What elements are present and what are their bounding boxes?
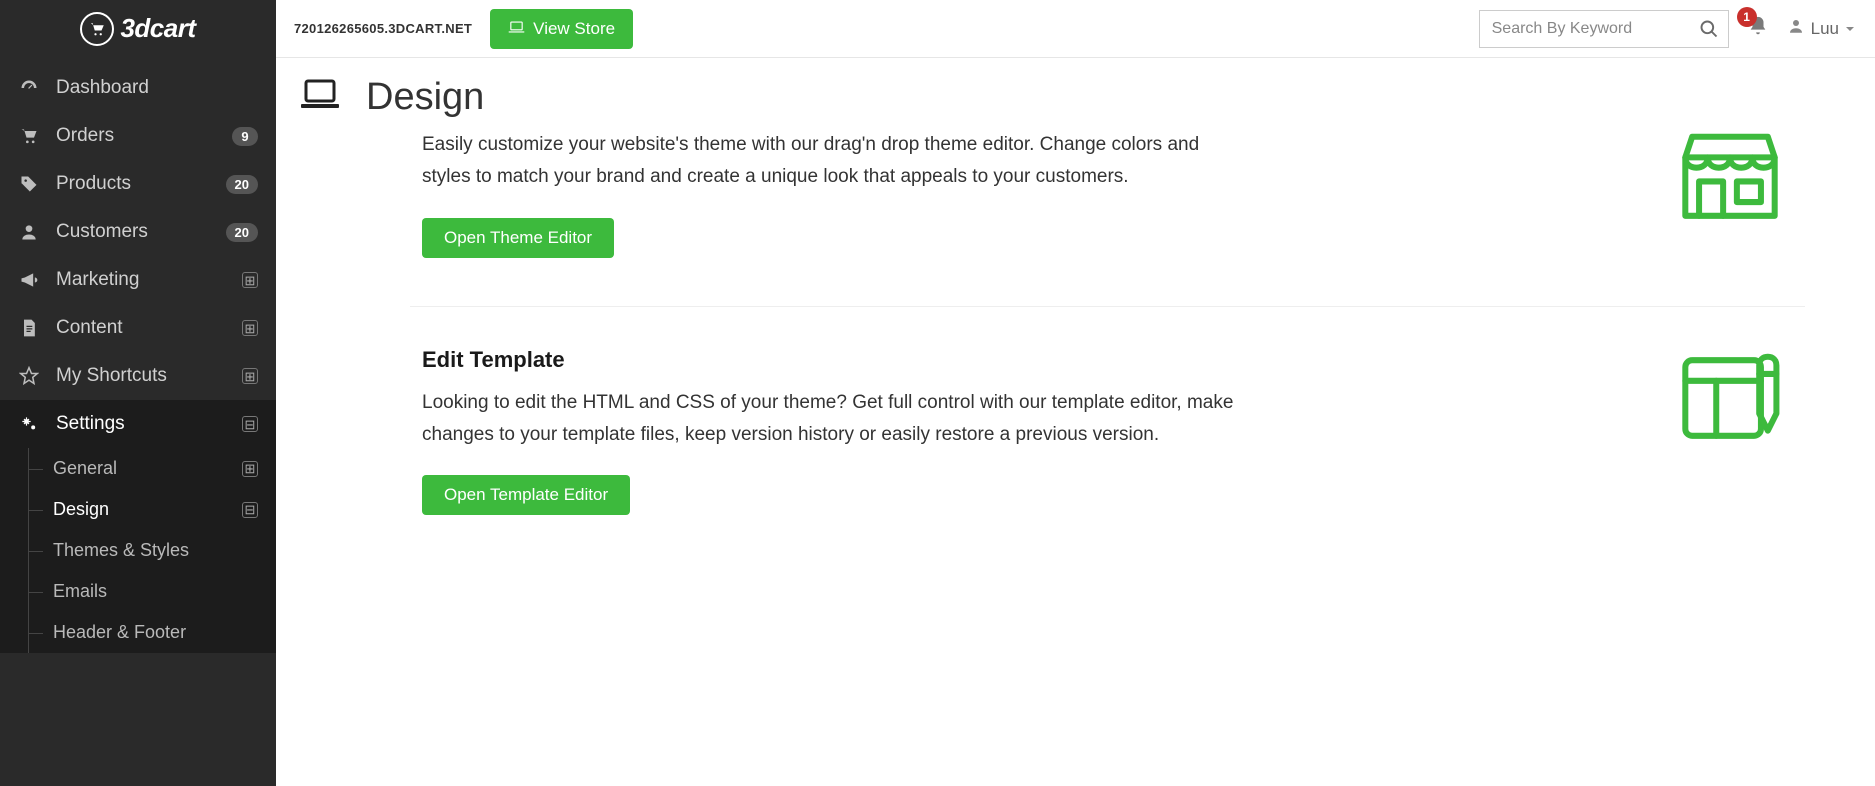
search-icon[interactable]	[1699, 19, 1719, 39]
sidebar-item-label: Customers	[56, 221, 226, 243]
sidebar-subitem-general[interactable]: General ⊞	[29, 448, 276, 489]
bullhorn-icon	[16, 270, 42, 290]
star-icon	[16, 366, 42, 386]
sidebar-subitem-design[interactable]: Design ⊟	[29, 489, 276, 530]
main-content: Design Theme Editor Easily customize you…	[276, 58, 1875, 786]
brand-name: 3dcart	[120, 13, 195, 44]
store-domain: 720126265605.3DCART.NET	[294, 21, 472, 36]
template-icon	[1675, 343, 1795, 458]
sidebar-badge: 20	[226, 175, 258, 194]
chevron-down-icon	[1845, 19, 1855, 39]
sidebar-item-label: Emails	[53, 581, 258, 602]
laptop-icon	[508, 19, 525, 39]
sidebar-item-label: Products	[56, 173, 226, 195]
plus-icon: ⊞	[242, 368, 258, 384]
plus-icon: ⊞	[242, 320, 258, 336]
file-icon	[16, 318, 42, 338]
sidebar-subitem-emails[interactable]: Emails	[29, 571, 276, 612]
brand-logo[interactable]: 3dcart	[0, 0, 276, 58]
sidebar-item-orders[interactable]: Orders 9	[0, 112, 276, 160]
card-description: Easily customize your website's theme wi…	[422, 129, 1252, 194]
search-input[interactable]	[1479, 10, 1729, 48]
sidebar-item-label: Dashboard	[56, 77, 258, 99]
sidebar-badge: 20	[226, 223, 258, 242]
sidebar-item-products[interactable]: Products 20	[0, 160, 276, 208]
topbar: 720126265605.3DCART.NET View Store 1 Luu	[276, 0, 1875, 58]
sidebar-item-label: Orders	[56, 125, 232, 147]
sidebar-item-marketing[interactable]: Marketing ⊞	[0, 256, 276, 304]
sidebar-item-settings[interactable]: Settings ⊟	[0, 400, 276, 448]
user-icon	[1787, 17, 1805, 40]
sidebar-item-label: Marketing	[56, 269, 242, 291]
sidebar-subitem-header-footer[interactable]: Header & Footer	[29, 612, 276, 653]
main-nav: Dashboard Orders 9 Products 20 Customers…	[0, 58, 276, 653]
card-description: Looking to edit the HTML and CSS of your…	[422, 387, 1252, 452]
sidebar-item-shortcuts[interactable]: My Shortcuts ⊞	[0, 352, 276, 400]
tag-icon	[16, 174, 42, 194]
sidebar-item-label: Themes & Styles	[53, 540, 258, 561]
card-title: Edit Template	[422, 347, 1252, 373]
sidebar-item-label: Settings	[56, 413, 242, 435]
user-icon	[16, 222, 42, 242]
dashboard-icon	[16, 78, 42, 98]
sidebar-item-label: Design	[53, 499, 242, 520]
open-theme-editor-button[interactable]: Open Theme Editor	[422, 218, 614, 258]
sidebar: 3dcart Dashboard Orders 9 Products 20	[0, 0, 276, 786]
plus-icon: ⊞	[242, 461, 258, 477]
search-box[interactable]	[1479, 10, 1729, 48]
card-edit-template: Edit Template Looking to edit the HTML a…	[410, 307, 1805, 564]
cart-icon	[16, 126, 42, 146]
view-store-button[interactable]: View Store	[490, 9, 633, 49]
sidebar-item-label: General	[53, 458, 242, 479]
plus-icon: ⊞	[242, 272, 258, 288]
minus-icon: ⊟	[242, 502, 258, 518]
cart-icon	[80, 12, 114, 46]
sidebar-item-label: Header & Footer	[53, 622, 258, 643]
laptop-icon	[300, 79, 340, 116]
page-heading: Design	[300, 76, 1835, 119]
user-menu[interactable]: Luu	[1787, 17, 1855, 40]
minus-icon: ⊟	[242, 416, 258, 432]
sidebar-item-dashboard[interactable]: Dashboard	[0, 64, 276, 112]
sidebar-item-label: Content	[56, 317, 242, 339]
storefront-icon	[1675, 123, 1795, 238]
settings-submenu: General ⊞ Design ⊟ Themes & Styles Email…	[0, 448, 276, 653]
sidebar-subitem-themes[interactable]: Themes & Styles	[29, 530, 276, 571]
sidebar-item-label: My Shortcuts	[56, 365, 242, 387]
card-theme-editor: Theme Editor Easily customize your websi…	[410, 129, 1805, 307]
sidebar-item-content[interactable]: Content ⊞	[0, 304, 276, 352]
open-template-editor-button[interactable]: Open Template Editor	[422, 475, 630, 515]
notifications-badge: 1	[1737, 7, 1757, 27]
user-name: Luu	[1811, 19, 1839, 39]
button-label: View Store	[533, 19, 615, 39]
notifications-button[interactable]: 1	[1747, 15, 1769, 42]
page-title: Design	[366, 76, 484, 119]
cogs-icon	[16, 414, 42, 434]
sidebar-badge: 9	[232, 127, 258, 146]
sidebar-item-customers[interactable]: Customers 20	[0, 208, 276, 256]
